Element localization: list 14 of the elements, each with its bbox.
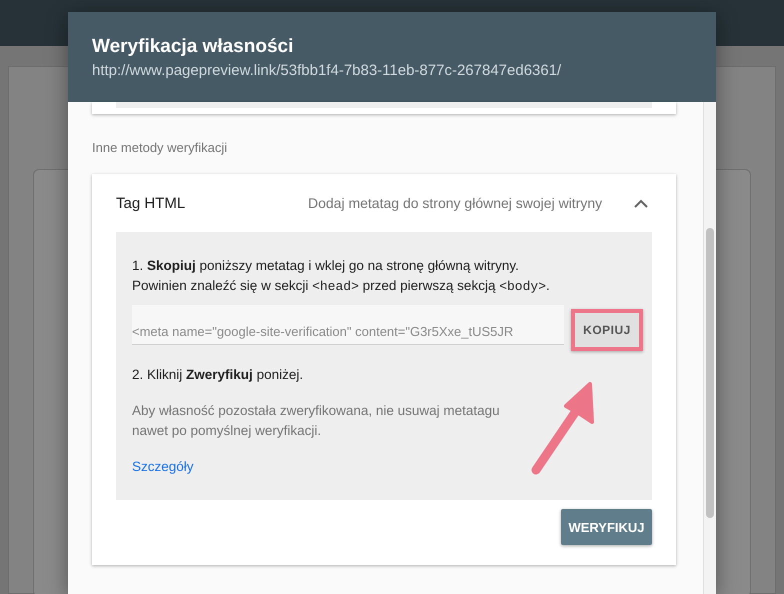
step-text: 2. Kliknij Zweryfikuj poniżej. [132, 366, 304, 384]
method-description: Dodaj metatag do strony głównej swojej witryny [308, 194, 604, 213]
method-name: Tag HTML [116, 194, 186, 212]
meta-tag-field[interactable]: <meta name="google-site-verification" content="G3r5Xxe_tUS5JR [132, 305, 564, 345]
dialog-title: Weryfikacja własności [92, 35, 294, 59]
chevron-up-icon[interactable] [634, 198, 648, 208]
scrollbar[interactable] [703, 102, 716, 594]
property-url: http://www.pagepreview.link/53fbb1f4-7b83-11eb-877c-267847ed6361/ [92, 61, 562, 81]
details-link[interactable]: Szczegóły [132, 457, 194, 477]
step-text: 1. Skopiuj poniższy metatag i wklej go na stronę główną witryny. Powinien znaleźć się w sekcji <head> przed pierwszą sekcją <body>. [132, 257, 551, 296]
note-text: Aby własność pozostała zweryfikowana, nie usuwaj metatagu nawet po pomyślnej weryfikacji. [132, 402, 501, 440]
verify-button[interactable]: WERYFIKUJ [561, 509, 652, 545]
section-label: Inne metody weryfikacji [92, 140, 228, 156]
copy-button[interactable]: KOPIUJ [571, 309, 643, 351]
